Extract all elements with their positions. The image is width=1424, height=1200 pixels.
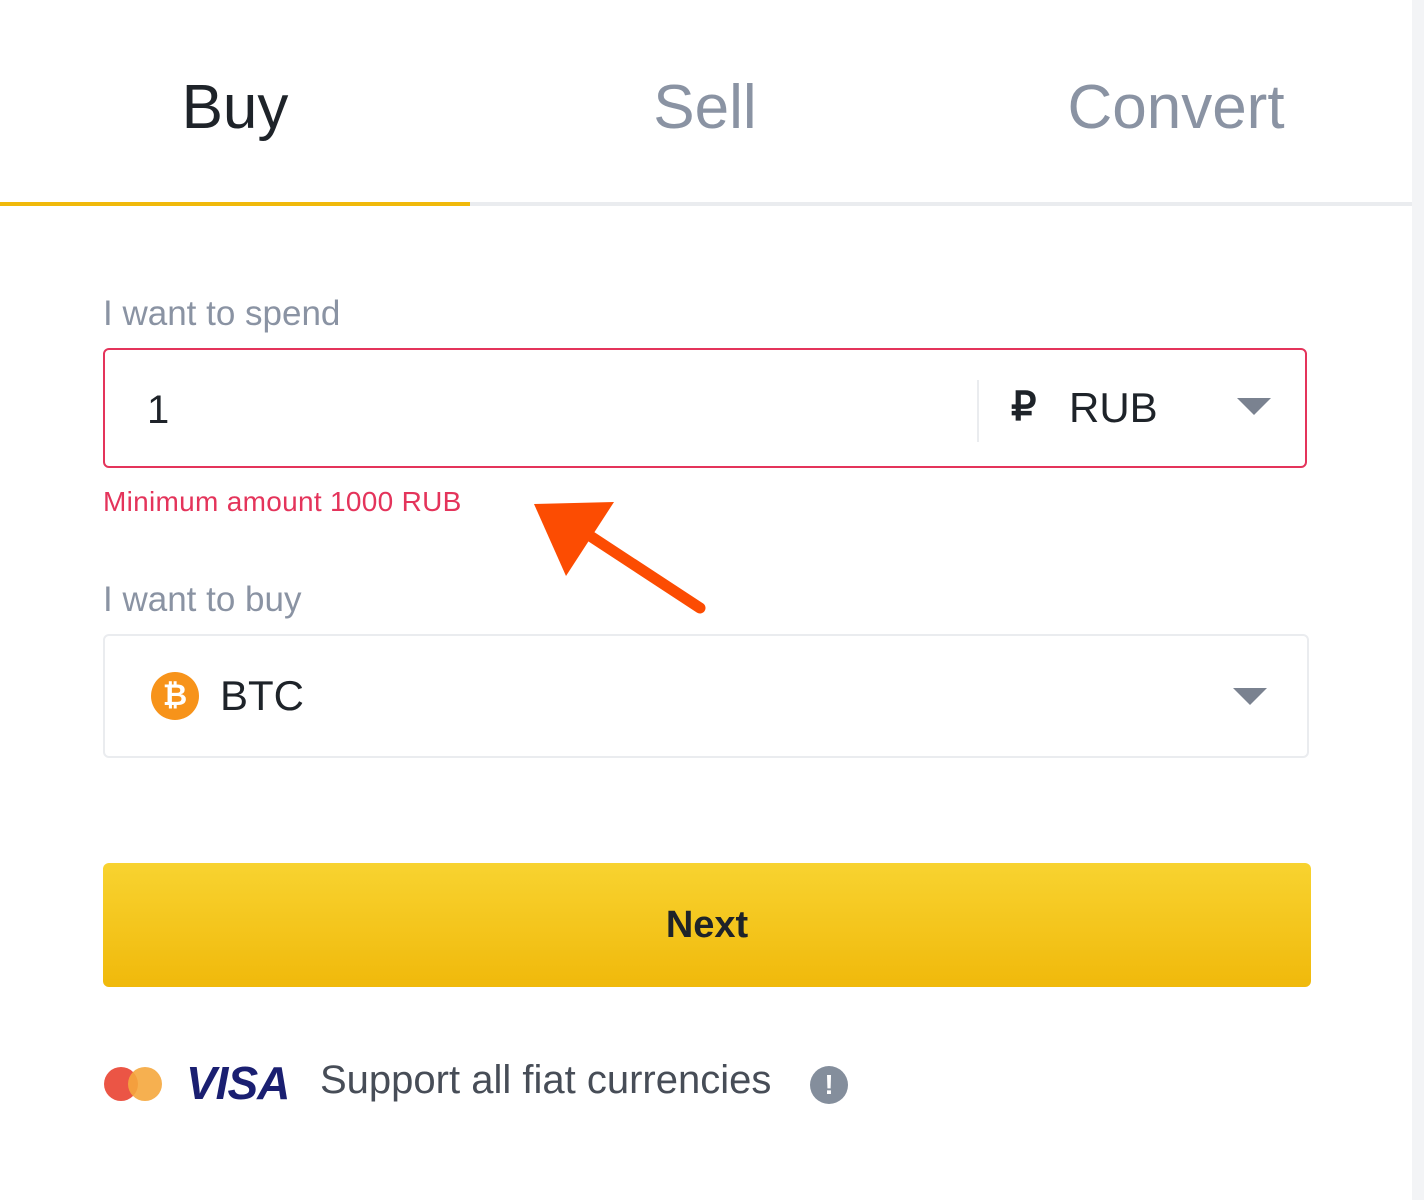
ruble-icon: ₽ — [1011, 385, 1037, 429]
support-text: Support all fiat currencies — [320, 1058, 772, 1102]
minimum-amount-error: Minimum amount 1000 RUB — [103, 486, 462, 517]
bitcoin-icon: ₿ — [151, 672, 199, 720]
trade-tabs: Buy Sell Convert — [0, 0, 1412, 208]
crypto-code: BTC — [220, 672, 304, 719]
spend-label: I want to spend — [103, 294, 341, 333]
spend-field: ₽ RUB — [103, 348, 1307, 468]
tab-convert[interactable]: Convert — [940, 58, 1412, 158]
active-tab-indicator — [0, 202, 470, 206]
chevron-down-icon — [1233, 688, 1267, 705]
fiat-currency-code: RUB — [1069, 384, 1158, 431]
tab-sell[interactable]: Sell — [470, 58, 940, 158]
field-divider — [977, 380, 979, 442]
mastercard-icon — [104, 1067, 162, 1101]
info-icon[interactable]: ! — [810, 1066, 848, 1104]
tab-buy[interactable]: Buy — [0, 58, 470, 158]
chevron-down-icon — [1237, 398, 1271, 415]
visa-logo: VISA — [186, 1057, 290, 1109]
buy-label: I want to buy — [103, 580, 302, 619]
annotation-arrow-icon — [534, 502, 706, 614]
crypto-select[interactable]: ₿ BTC — [103, 634, 1309, 758]
fiat-currency-select[interactable]: ₽ RUB — [981, 350, 1307, 466]
spend-amount-input[interactable] — [145, 380, 949, 440]
next-button[interactable]: Next — [103, 863, 1311, 987]
page-edge — [1412, 0, 1424, 1200]
